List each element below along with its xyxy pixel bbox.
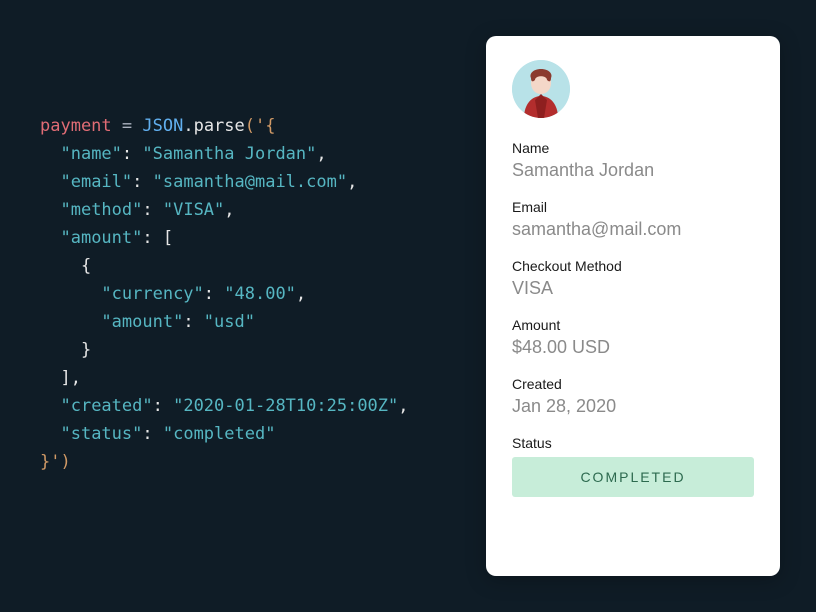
field-status: Status COMPLETED bbox=[512, 435, 754, 497]
value-method: VISA bbox=[512, 278, 754, 299]
field-name: Name Samantha Jordan bbox=[512, 140, 754, 181]
value-name: Samantha Jordan bbox=[512, 160, 754, 181]
label-email: Email bbox=[512, 199, 754, 215]
code-json-class: JSON bbox=[142, 116, 183, 136]
field-created: Created Jan 28, 2020 bbox=[512, 376, 754, 417]
code-open-paren: ('{ bbox=[245, 116, 276, 136]
field-method: Checkout Method VISA bbox=[512, 258, 754, 299]
code-parse-fn: parse bbox=[194, 116, 245, 136]
label-amount: Amount bbox=[512, 317, 754, 333]
code-snippet: payment = JSON.parse('{ "name": "Samanth… bbox=[40, 112, 409, 476]
label-name: Name bbox=[512, 140, 754, 156]
value-created: Jan 28, 2020 bbox=[512, 396, 754, 417]
value-amount: $48.00 USD bbox=[512, 337, 754, 358]
code-variable: payment bbox=[40, 116, 112, 136]
field-email: Email samantha@mail.com bbox=[512, 199, 754, 240]
avatar bbox=[512, 60, 570, 118]
label-method: Checkout Method bbox=[512, 258, 754, 274]
payment-card: Name Samantha Jordan Email samantha@mail… bbox=[486, 36, 780, 576]
label-status: Status bbox=[512, 435, 754, 451]
field-amount: Amount $48.00 USD bbox=[512, 317, 754, 358]
status-badge: COMPLETED bbox=[512, 457, 754, 497]
code-close-paren: }') bbox=[40, 452, 71, 472]
value-email: samantha@mail.com bbox=[512, 219, 754, 240]
label-created: Created bbox=[512, 376, 754, 392]
